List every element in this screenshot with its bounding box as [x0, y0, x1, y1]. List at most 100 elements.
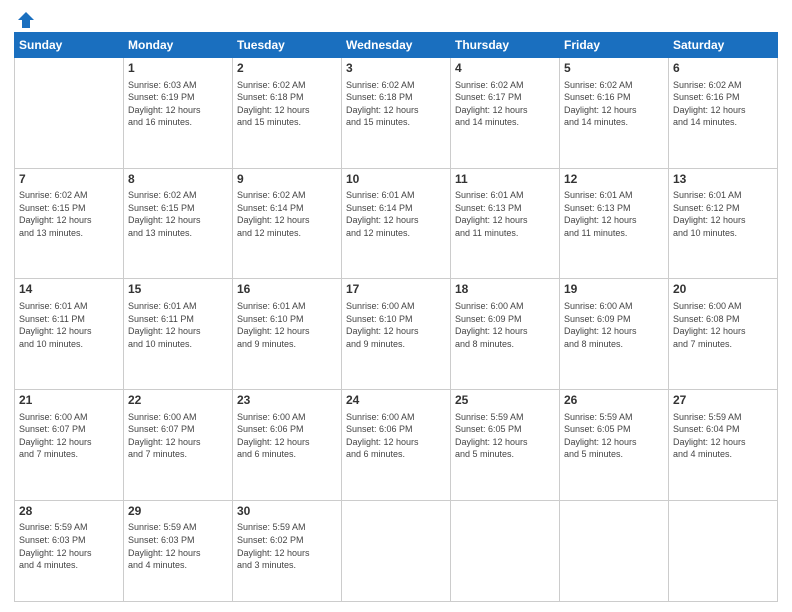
- calendar-cell: 19 Sunrise: 6:00 AM Sunset: 6:09 PM Dayli…: [560, 279, 669, 390]
- calendar-cell: [451, 500, 560, 601]
- calendar-cell: 3 Sunrise: 6:02 AM Sunset: 6:18 PM Daylig…: [342, 58, 451, 169]
- calendar-cell: [669, 500, 778, 601]
- calendar-week-row: 28Sunrise: 5:59 AM Sunset: 6:03 PM Dayli…: [15, 500, 778, 601]
- day-info: Sunrise: 6:01 AM Sunset: 6:12 PM Dayligh…: [673, 189, 773, 239]
- day-number: 26: [564, 393, 664, 409]
- day-info: Sunrise: 6:01 AM Sunset: 6:11 PM Dayligh…: [128, 300, 228, 350]
- day-number: 22: [128, 393, 228, 409]
- calendar-week-row: 7 Sunrise: 6:02 AM Sunset: 6:15 PM Daylig…: [15, 168, 778, 279]
- calendar-cell: 15Sunrise: 6:01 AM Sunset: 6:11 PM Dayli…: [124, 279, 233, 390]
- day-info: Sunrise: 6:00 AM Sunset: 6:08 PM Dayligh…: [673, 300, 773, 350]
- calendar-week-row: 1 Sunrise: 6:03 AM Sunset: 6:19 PM Daylig…: [15, 58, 778, 169]
- day-info: Sunrise: 5:59 AM Sunset: 6:03 PM Dayligh…: [19, 521, 119, 571]
- day-number: 13: [673, 172, 773, 188]
- calendar-cell: 16 Sunrise: 6:01 AM Sunset: 6:10 PM Dayli…: [233, 279, 342, 390]
- calendar-cell: 11Sunrise: 6:01 AM Sunset: 6:13 PM Dayli…: [451, 168, 560, 279]
- day-number: 16: [237, 282, 337, 298]
- calendar-cell: 6Sunrise: 6:02 AM Sunset: 6:16 PM Daylig…: [669, 58, 778, 169]
- calendar-cell: 23 Sunrise: 6:00 AM Sunset: 6:06 PM Dayli…: [233, 390, 342, 501]
- calendar-cell: 20Sunrise: 6:00 AM Sunset: 6:08 PM Dayli…: [669, 279, 778, 390]
- day-info: Sunrise: 5:59 AM Sunset: 6:05 PM Dayligh…: [455, 411, 555, 461]
- calendar-week-row: 14 Sunrise: 6:01 AM Sunset: 6:11 PM Dayli…: [15, 279, 778, 390]
- day-info: Sunrise: 6:00 AM Sunset: 6:07 PM Dayligh…: [19, 411, 119, 461]
- day-number: 29: [128, 504, 228, 520]
- day-number: 21: [19, 393, 119, 409]
- day-number: 10: [346, 172, 446, 188]
- calendar-cell: 29Sunrise: 5:59 AM Sunset: 6:03 PM Dayli…: [124, 500, 233, 601]
- calendar-cell: 13Sunrise: 6:01 AM Sunset: 6:12 PM Dayli…: [669, 168, 778, 279]
- calendar-cell: 30Sunrise: 5:59 AM Sunset: 6:02 PM Dayli…: [233, 500, 342, 601]
- logo: [14, 10, 36, 26]
- day-info: Sunrise: 5:59 AM Sunset: 6:03 PM Dayligh…: [128, 521, 228, 571]
- day-info: Sunrise: 6:02 AM Sunset: 6:17 PM Dayligh…: [455, 79, 555, 129]
- day-info: Sunrise: 6:01 AM Sunset: 6:14 PM Dayligh…: [346, 189, 446, 239]
- day-info: Sunrise: 6:01 AM Sunset: 6:10 PM Dayligh…: [237, 300, 337, 350]
- day-info: Sunrise: 5:59 AM Sunset: 6:05 PM Dayligh…: [564, 411, 664, 461]
- calendar-cell: 5 Sunrise: 6:02 AM Sunset: 6:16 PM Daylig…: [560, 58, 669, 169]
- calendar-cell: 26 Sunrise: 5:59 AM Sunset: 6:05 PM Dayli…: [560, 390, 669, 501]
- calendar-cell: 25 Sunrise: 5:59 AM Sunset: 6:05 PM Dayli…: [451, 390, 560, 501]
- day-info: Sunrise: 6:01 AM Sunset: 6:11 PM Dayligh…: [19, 300, 119, 350]
- day-number: 7: [19, 172, 119, 188]
- day-number: 19: [564, 282, 664, 298]
- day-number: 30: [237, 504, 337, 520]
- calendar-cell: 8Sunrise: 6:02 AM Sunset: 6:15 PM Daylig…: [124, 168, 233, 279]
- day-info: Sunrise: 6:03 AM Sunset: 6:19 PM Dayligh…: [128, 79, 228, 129]
- calendar-cell: 1 Sunrise: 6:03 AM Sunset: 6:19 PM Daylig…: [124, 58, 233, 169]
- logo-icon: [16, 10, 36, 30]
- calendar-cell: 18Sunrise: 6:00 AM Sunset: 6:09 PM Dayli…: [451, 279, 560, 390]
- weekday-header-tuesday: Tuesday: [233, 33, 342, 58]
- day-info: Sunrise: 6:02 AM Sunset: 6:18 PM Dayligh…: [346, 79, 446, 129]
- calendar-cell: 24 Sunrise: 6:00 AM Sunset: 6:06 PM Dayli…: [342, 390, 451, 501]
- calendar-cell: 21 Sunrise: 6:00 AM Sunset: 6:07 PM Dayli…: [15, 390, 124, 501]
- weekday-header-monday: Monday: [124, 33, 233, 58]
- calendar-week-row: 21 Sunrise: 6:00 AM Sunset: 6:07 PM Dayli…: [15, 390, 778, 501]
- weekday-header-row: SundayMondayTuesdayWednesdayThursdayFrid…: [15, 33, 778, 58]
- calendar-cell: 7Sunrise: 6:02 AM Sunset: 6:15 PM Daylig…: [15, 168, 124, 279]
- day-number: 1: [128, 61, 228, 77]
- day-info: Sunrise: 6:00 AM Sunset: 6:06 PM Dayligh…: [237, 411, 337, 461]
- day-info: Sunrise: 6:02 AM Sunset: 6:15 PM Dayligh…: [128, 189, 228, 239]
- day-number: 18: [455, 282, 555, 298]
- day-number: 27: [673, 393, 773, 409]
- day-number: 14: [19, 282, 119, 298]
- calendar-cell: 28Sunrise: 5:59 AM Sunset: 6:03 PM Dayli…: [15, 500, 124, 601]
- weekday-header-wednesday: Wednesday: [342, 33, 451, 58]
- day-info: Sunrise: 6:02 AM Sunset: 6:14 PM Dayligh…: [237, 189, 337, 239]
- day-number: 2: [237, 61, 337, 77]
- weekday-header-sunday: Sunday: [15, 33, 124, 58]
- day-info: Sunrise: 6:02 AM Sunset: 6:16 PM Dayligh…: [673, 79, 773, 129]
- weekday-header-friday: Friday: [560, 33, 669, 58]
- day-number: 9: [237, 172, 337, 188]
- day-info: Sunrise: 6:00 AM Sunset: 6:10 PM Dayligh…: [346, 300, 446, 350]
- day-number: 23: [237, 393, 337, 409]
- day-info: Sunrise: 6:00 AM Sunset: 6:07 PM Dayligh…: [128, 411, 228, 461]
- day-info: Sunrise: 6:00 AM Sunset: 6:09 PM Dayligh…: [564, 300, 664, 350]
- day-number: 11: [455, 172, 555, 188]
- weekday-header-saturday: Saturday: [669, 33, 778, 58]
- day-info: Sunrise: 5:59 AM Sunset: 6:04 PM Dayligh…: [673, 411, 773, 461]
- calendar-cell: 22 Sunrise: 6:00 AM Sunset: 6:07 PM Dayli…: [124, 390, 233, 501]
- day-number: 5: [564, 61, 664, 77]
- calendar-cell: [15, 58, 124, 169]
- day-info: Sunrise: 6:02 AM Sunset: 6:16 PM Dayligh…: [564, 79, 664, 129]
- day-info: Sunrise: 6:02 AM Sunset: 6:18 PM Dayligh…: [237, 79, 337, 129]
- header: [14, 10, 778, 26]
- day-number: 28: [19, 504, 119, 520]
- day-number: 24: [346, 393, 446, 409]
- day-number: 3: [346, 61, 446, 77]
- calendar-cell: 14 Sunrise: 6:01 AM Sunset: 6:11 PM Dayli…: [15, 279, 124, 390]
- calendar-cell: 12Sunrise: 6:01 AM Sunset: 6:13 PM Dayli…: [560, 168, 669, 279]
- day-info: Sunrise: 5:59 AM Sunset: 6:02 PM Dayligh…: [237, 521, 337, 571]
- day-info: Sunrise: 6:00 AM Sunset: 6:06 PM Dayligh…: [346, 411, 446, 461]
- day-number: 25: [455, 393, 555, 409]
- calendar-table: SundayMondayTuesdayWednesdayThursdayFrid…: [14, 32, 778, 602]
- calendar-cell: 2 Sunrise: 6:02 AM Sunset: 6:18 PM Daylig…: [233, 58, 342, 169]
- calendar-cell: [342, 500, 451, 601]
- day-info: Sunrise: 6:01 AM Sunset: 6:13 PM Dayligh…: [564, 189, 664, 239]
- day-number: 17: [346, 282, 446, 298]
- day-number: 8: [128, 172, 228, 188]
- calendar-cell: 10Sunrise: 6:01 AM Sunset: 6:14 PM Dayli…: [342, 168, 451, 279]
- calendar-cell: 27 Sunrise: 5:59 AM Sunset: 6:04 PM Dayli…: [669, 390, 778, 501]
- day-number: 4: [455, 61, 555, 77]
